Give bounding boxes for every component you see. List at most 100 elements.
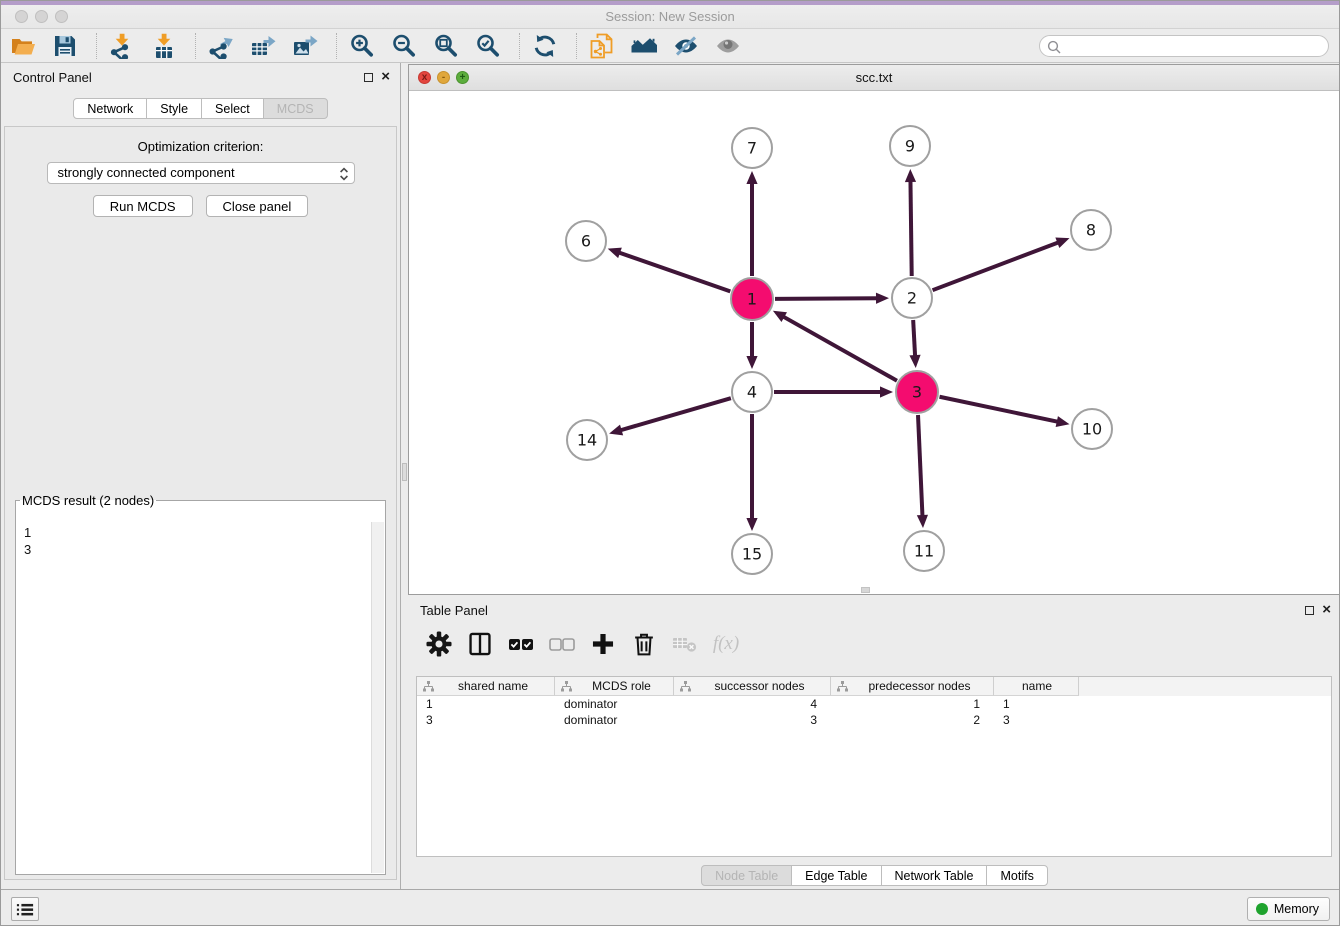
- node-table: shared name MCDS role successor nodes prede…: [416, 676, 1332, 857]
- graph-node-3[interactable]: 3: [896, 371, 938, 413]
- node-label: 15: [742, 545, 762, 564]
- graph-edges: [608, 169, 1070, 531]
- graph-node-10[interactable]: 10: [1072, 409, 1112, 449]
- float-panel-icon[interactable]: [364, 73, 373, 82]
- application-window: Session: New Session Control Panel × Net…: [0, 0, 1340, 926]
- graph-node-6[interactable]: 6: [566, 221, 606, 261]
- graph-node-9[interactable]: 9: [890, 126, 930, 166]
- column-header-name[interactable]: name: [994, 677, 1079, 696]
- task-history-button[interactable]: [11, 897, 39, 921]
- tree-icon: [837, 681, 850, 692]
- add-column-icon[interactable]: [590, 631, 616, 657]
- title-bar: Session: New Session: [1, 1, 1339, 29]
- node-label: 8: [1086, 221, 1096, 240]
- panel-splitter-handle[interactable]: [402, 463, 407, 481]
- table-cell: 3: [417, 713, 555, 727]
- zoom-out-icon[interactable]: [391, 33, 417, 59]
- network-canvas[interactable]: 7 9 6 8 1 2 4 3 14 10 15 11: [409, 91, 1339, 594]
- status-bar: Memory: [1, 889, 1339, 925]
- close-table-panel-icon[interactable]: ×: [1322, 604, 1331, 616]
- optimization-criterion-label: Optimization criterion:: [5, 139, 396, 154]
- run-mcds-button[interactable]: Run MCDS: [93, 195, 193, 217]
- table-cell: 4: [674, 697, 831, 711]
- toolbar-separator: [576, 33, 577, 59]
- tab-network[interactable]: Network: [73, 98, 147, 119]
- close-panel-icon[interactable]: ×: [381, 71, 390, 83]
- node-label: 9: [905, 137, 915, 156]
- graph-node-7[interactable]: 7: [732, 128, 772, 168]
- result-line: 1: [24, 524, 364, 541]
- tab-style[interactable]: Style: [146, 98, 202, 119]
- graph-node-4[interactable]: 4: [732, 372, 772, 412]
- memory-label: Memory: [1274, 902, 1319, 916]
- table-row[interactable]: 3dominator323: [417, 712, 1331, 728]
- save-session-icon[interactable]: [52, 33, 78, 59]
- table-panel-header: Table Panel ×: [408, 596, 1340, 624]
- table-tab-node-table[interactable]: Node Table: [701, 865, 792, 886]
- column-header-MCDS-role[interactable]: MCDS role: [555, 677, 674, 696]
- column-label: predecessor nodes: [850, 679, 989, 693]
- criterion-value: strongly connected component: [58, 165, 235, 180]
- graph-node-14[interactable]: 14: [567, 420, 607, 460]
- network-graph: 7 9 6 8 1 2 4 3 14 10 15 11: [409, 91, 1339, 594]
- column-label: MCDS role: [574, 679, 669, 693]
- table-panel-title: Table Panel: [420, 596, 488, 624]
- column-header-shared-name[interactable]: shared name: [417, 677, 555, 696]
- column-label: name: [1000, 679, 1074, 693]
- import-table-icon[interactable]: [151, 33, 177, 59]
- delete-table-icon[interactable]: [672, 631, 698, 657]
- node-label: 4: [747, 383, 757, 402]
- export-table-icon[interactable]: [250, 33, 276, 59]
- zoom-in-icon[interactable]: [349, 33, 375, 59]
- search-box[interactable]: [1039, 35, 1329, 57]
- export-image-icon[interactable]: [292, 33, 318, 59]
- float-table-panel-icon[interactable]: [1305, 606, 1314, 615]
- column-header-successor-nodes[interactable]: successor nodes: [674, 677, 831, 696]
- settings-gear-icon[interactable]: [426, 631, 452, 657]
- search-icon: [1047, 40, 1061, 54]
- export-network-icon[interactable]: [208, 33, 234, 59]
- search-input[interactable]: [1064, 37, 1320, 55]
- table-tab-edge-table[interactable]: Edge Table: [791, 865, 881, 886]
- table-cell: dominator: [555, 697, 674, 711]
- unselect-all-columns-icon[interactable]: [549, 631, 575, 657]
- zoom-fit-icon[interactable]: [433, 33, 459, 59]
- criterion-select[interactable]: strongly connected component: [47, 162, 355, 184]
- table-tab-motifs[interactable]: Motifs: [986, 865, 1047, 886]
- tab-mcds[interactable]: MCDS: [263, 98, 328, 119]
- node-label: 2: [907, 289, 917, 308]
- open-folder-icon[interactable]: [10, 33, 36, 59]
- network-view-window: x - + scc.txt 7 9 6 8 1 2 4 3 14 10 15 11: [408, 64, 1340, 595]
- apps-home-icon[interactable]: [631, 33, 657, 59]
- graph-node-8[interactable]: 8: [1071, 210, 1111, 250]
- memory-button[interactable]: Memory: [1247, 897, 1330, 921]
- function-builder-icon[interactable]: f(x): [713, 631, 739, 657]
- table-cell: 3: [674, 713, 831, 727]
- column-header-predecessor-nodes[interactable]: predecessor nodes: [831, 677, 994, 696]
- window-title: Session: New Session: [1, 5, 1339, 29]
- network-window-titlebar[interactable]: x - + scc.txt: [409, 65, 1339, 91]
- graph-node-2[interactable]: 2: [892, 278, 932, 318]
- table-body: 1dominator4113dominator323: [417, 696, 1331, 728]
- refresh-view-icon[interactable]: [532, 33, 558, 59]
- column-label: successor nodes: [693, 679, 826, 693]
- zoom-selected-icon[interactable]: [475, 33, 501, 59]
- show-hide-eye-icon[interactable]: [715, 33, 741, 59]
- split-columns-icon[interactable]: [467, 631, 493, 657]
- result-scrollbar[interactable]: [371, 522, 384, 873]
- table-cell: 1: [831, 697, 994, 711]
- table-row[interactable]: 1dominator411: [417, 696, 1331, 712]
- table-tab-network-table[interactable]: Network Table: [881, 865, 988, 886]
- column-label: shared name: [436, 679, 550, 693]
- canvas-resize-handle[interactable]: [861, 587, 870, 593]
- close-panel-button[interactable]: Close panel: [206, 195, 309, 217]
- delete-column-icon[interactable]: [631, 631, 657, 657]
- tab-select[interactable]: Select: [201, 98, 264, 119]
- new-network-from-selection-icon[interactable]: [589, 33, 615, 59]
- graph-node-15[interactable]: 15: [732, 534, 772, 574]
- graph-node-1[interactable]: 1: [731, 278, 773, 320]
- select-all-columns-icon[interactable]: [508, 631, 534, 657]
- import-network-icon[interactable]: [109, 33, 135, 59]
- graphics-details-icon[interactable]: [673, 33, 699, 59]
- graph-node-11[interactable]: 11: [904, 531, 944, 571]
